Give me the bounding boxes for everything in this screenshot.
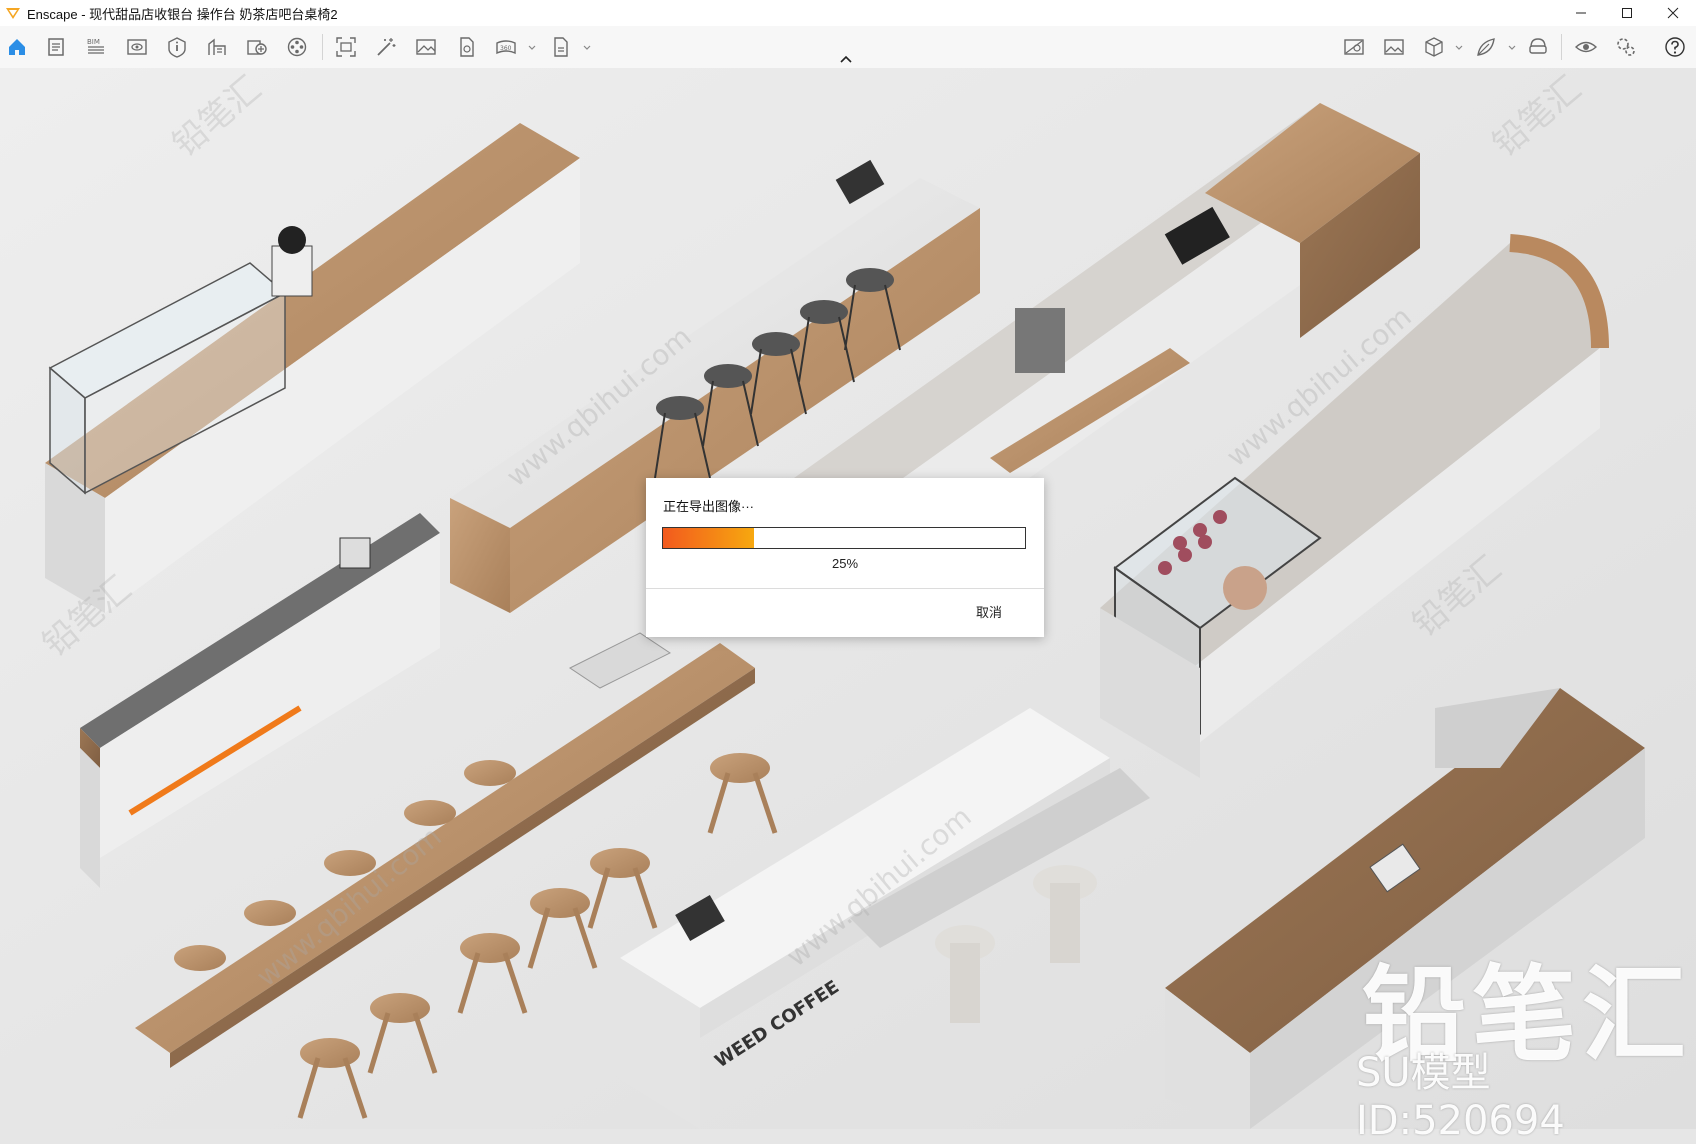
- asset-library-icon: [208, 38, 226, 55]
- screenshot-icon: [336, 37, 356, 57]
- progress-percent-label: 25%: [831, 556, 859, 571]
- settings-icon: [1617, 38, 1635, 56]
- batch-render-icon: [377, 38, 396, 56]
- cancel-button[interactable]: 取消: [976, 602, 1002, 621]
- exe-export-icon: [554, 37, 568, 57]
- close-icon: [1667, 7, 1679, 19]
- progress-fill: [663, 528, 754, 548]
- image-export-icon: [416, 39, 436, 55]
- bim-icon: BIM: [87, 38, 104, 54]
- cube-view-icon: [1425, 37, 1443, 57]
- maximize-button[interactable]: [1604, 0, 1650, 26]
- window-controls: [1558, 0, 1696, 26]
- minimize-icon: [1576, 12, 1586, 14]
- image-view-icon: [1384, 39, 1404, 55]
- info-button[interactable]: [164, 34, 190, 60]
- dialog-divider: [646, 588, 1044, 589]
- video-editor-icon: [287, 37, 307, 57]
- video-editor-button[interactable]: [284, 34, 310, 60]
- chevron-down-icon[interactable]: [583, 44, 591, 52]
- title-bar: Enscape - 现代甜品店收银台 操作台 奶茶店吧台桌椅2: [0, 0, 1696, 26]
- export-progress-dialog: 正在导出图像··· 25% 取消: [646, 478, 1044, 637]
- window-title: Enscape - 现代甜品店收银台 操作台 奶茶店吧台桌椅2: [27, 6, 338, 22]
- help-button[interactable]: [1662, 34, 1688, 60]
- view-icon: [127, 39, 147, 55]
- materials-icon: [1477, 38, 1495, 56]
- web-export-button[interactable]: [453, 34, 479, 60]
- vr-headset-button[interactable]: [1525, 34, 1551, 60]
- export-progress-bar: [662, 527, 1026, 549]
- material-button[interactable]: [244, 34, 270, 60]
- home-icon: [9, 39, 25, 55]
- eye-button[interactable]: [1573, 34, 1599, 60]
- panorama-button[interactable]: 360: [493, 34, 519, 60]
- info-icon: [168, 37, 186, 58]
- eye-icon: [1575, 41, 1597, 53]
- chevron-down-icon[interactable]: [1455, 44, 1463, 52]
- bim-button[interactable]: BIM: [83, 34, 109, 60]
- help-icon: [1665, 37, 1685, 57]
- home-button[interactable]: [4, 34, 30, 60]
- panorama-360-icon: 360: [496, 40, 516, 55]
- collapse-toolbar-chevron-icon[interactable]: [839, 54, 853, 64]
- image-export-button[interactable]: [413, 34, 439, 60]
- asset-library-button[interactable]: [204, 34, 230, 60]
- material-icon: [247, 40, 267, 55]
- enscape-toolbar: BIM 360: [0, 26, 1696, 69]
- dialog-title: 正在导出图像···: [663, 499, 754, 514]
- image-view-button[interactable]: [1381, 34, 1407, 60]
- cube-view-button[interactable]: [1421, 34, 1447, 60]
- toolbar-separator: [1561, 34, 1562, 60]
- watermark-model-id: SU模型ID:520694: [1356, 1050, 1565, 1144]
- toolbar-separator: [322, 34, 323, 60]
- enscape-logo-icon: [6, 8, 20, 19]
- maximize-icon: [1622, 8, 1632, 18]
- exe-export-button[interactable]: [548, 34, 574, 60]
- screenshot-button[interactable]: [333, 34, 359, 60]
- chevron-down-icon[interactable]: [1508, 44, 1516, 52]
- materials-button[interactable]: [1473, 34, 1499, 60]
- close-button[interactable]: [1650, 0, 1696, 26]
- batch-render-button[interactable]: [373, 34, 399, 60]
- vr-headset-icon: [1529, 38, 1547, 54]
- view-button[interactable]: [124, 34, 150, 60]
- svg-text:BIM: BIM: [87, 38, 100, 46]
- web-export-icon: [460, 37, 474, 57]
- visual-settings-button[interactable]: [1341, 34, 1367, 60]
- document-icon: [48, 38, 64, 56]
- svg-text:360: 360: [500, 45, 512, 52]
- chevron-down-icon[interactable]: [528, 44, 536, 52]
- minimize-button[interactable]: [1558, 0, 1604, 26]
- visual-settings-icon: [1344, 39, 1364, 55]
- settings-button[interactable]: [1613, 34, 1639, 60]
- document-button[interactable]: [43, 34, 69, 60]
